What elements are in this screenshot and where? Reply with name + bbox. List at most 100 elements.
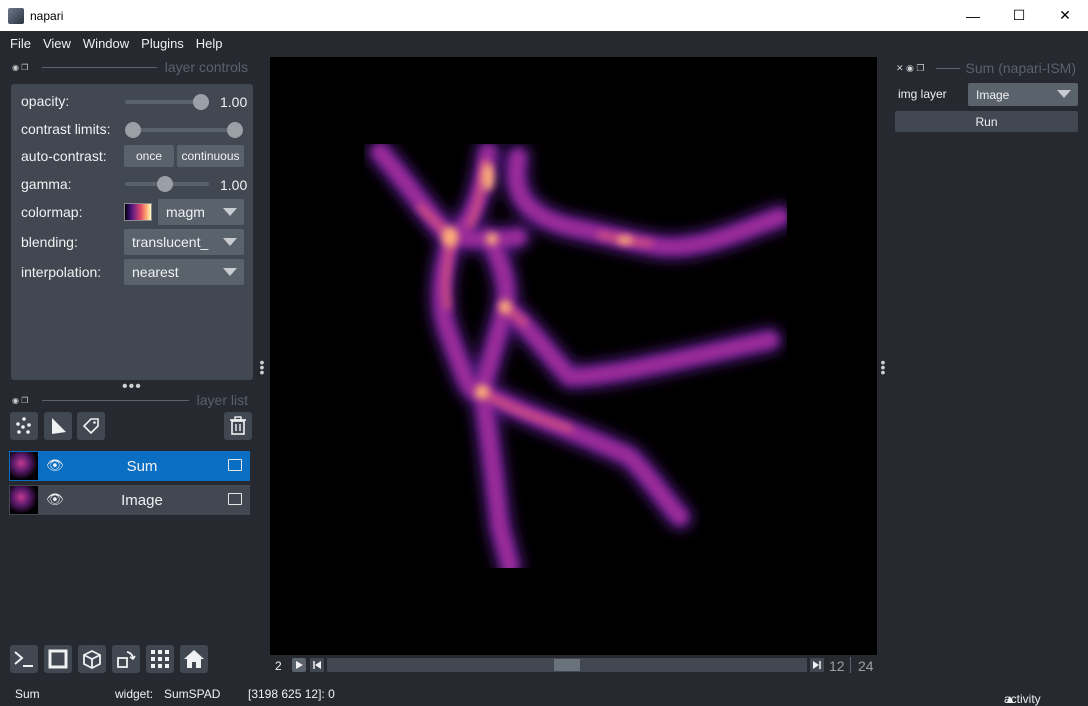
blending-label: blending: [21,234,78,250]
grid-icon [151,650,169,668]
layer-thumbnail [10,452,38,480]
points-icon [16,417,31,434]
console-button[interactable] [10,645,38,673]
right-splitter-handle[interactable]: • • • [880,355,886,379]
delete-layer-button[interactable] [224,412,252,440]
img-layer-combo[interactable]: Image [968,83,1078,106]
status-widget-label: widget: [115,687,154,701]
contrast-max-handle[interactable] [227,122,243,138]
layer-thumbnail [10,486,38,514]
contrast-row: contrast limits: [21,117,110,141]
layer-item-image[interactable]: 👁 Image [9,485,250,515]
grid-view-button[interactable] [146,645,174,673]
contrast-limits-label: contrast limits: [21,121,111,137]
image-layer-render [367,144,787,568]
close-float-icons[interactable]: ✕ ◉ ❐ [896,63,924,74]
opacity-slider[interactable] [125,94,209,110]
colormap-value: magm [166,204,205,220]
shapes-icon [52,418,66,434]
new-points-layer-button[interactable] [10,412,38,440]
float-icon[interactable]: ◉ ❐ [12,63,28,72]
plugin-dock-header: ✕ ◉ ❐ Sum (napari-ISM) [896,58,1076,78]
dims-current: 12 [829,658,845,674]
plugin-title: Sum (napari-ISM) [965,60,1076,76]
layer-name: Image [121,491,163,509]
opacity-row: opacity: [21,89,69,113]
colormap-label: colormap: [21,204,83,220]
menu-view[interactable]: View [37,36,77,51]
run-button[interactable]: Run [895,111,1078,132]
interpolation-value: nearest [132,264,179,280]
new-labels-layer-button[interactable] [77,412,105,440]
colormap-row: colormap: [21,200,82,224]
reset-view-button[interactable] [180,645,208,673]
left-splitter-handle[interactable]: • • • [259,355,265,379]
img-layer-label: img layer [898,87,947,101]
status-widget-name: SumSPAD [164,687,221,701]
menu-bar: File View Window Plugins Help [0,31,1088,55]
title-bar: napari — ☐ ✕ [0,0,1088,31]
header-rule [936,67,960,69]
contrast-min-handle[interactable] [125,122,141,138]
trash-icon [230,416,246,435]
colormap-combo[interactable]: magm [158,199,244,225]
layer-controls-header: ◉ ❐ layer controls [12,59,248,75]
blending-combo[interactable]: translucent_ [124,229,244,255]
continuous-button[interactable]: continuous [177,145,244,167]
auto-contrast-label: auto-contrast: [21,148,107,164]
layer-item-sum[interactable]: 👁 Sum [9,451,250,481]
once-button[interactable]: once [124,145,174,167]
colormap-swatch [124,203,152,221]
menu-file[interactable]: File [4,36,37,51]
play-button[interactable] [292,658,306,672]
menu-plugins[interactable]: Plugins [135,36,190,51]
transpose-dims-button[interactable] [112,645,140,673]
chevron-down-icon [223,208,237,216]
square-icon [48,649,68,669]
menu-help[interactable]: Help [190,36,229,51]
step-back-button[interactable] [310,658,324,672]
viewer-canvas[interactable] [270,57,877,655]
step-forward-button[interactable] [810,658,824,672]
menu-window[interactable]: Window [77,36,135,51]
opacity-value: 1.00 [220,94,248,110]
tag-icon [82,418,99,435]
dims-total: 24 [858,658,874,674]
maximize-button[interactable]: ☐ [996,0,1042,31]
interpolation-combo[interactable]: nearest [124,259,244,285]
dims-divider [850,657,851,673]
new-shapes-layer-button[interactable] [44,412,72,440]
gamma-value: 1.00 [220,177,248,193]
roll-dims-button[interactable] [78,645,106,673]
play-icon [296,661,303,669]
dims-slider-track[interactable] [327,658,807,672]
layer-list-header: ◉ ❐ layer list [12,392,248,408]
visibility-eye-icon[interactable]: 👁 [46,491,64,508]
ndisplay-2d-button[interactable] [44,645,72,673]
close-button[interactable]: ✕ [1042,0,1088,31]
step-forward-icon [813,661,821,669]
gamma-slider[interactable] [125,176,209,192]
gamma-slider-handle[interactable] [157,176,173,192]
chevron-down-icon [1057,90,1071,98]
contrast-limits-slider[interactable] [125,122,243,138]
layer-list-title: layer list [196,392,248,408]
dims-slider-handle[interactable] [554,659,580,671]
transpose-icon [117,651,136,668]
home-icon [184,650,204,668]
minimize-button[interactable]: — [950,0,996,31]
interpolation-row: interpolation: [21,260,101,284]
visibility-eye-icon[interactable]: 👁 [46,457,64,474]
opacity-slider-handle[interactable] [193,94,209,110]
blending-value: translucent_ [132,234,209,250]
image-layer-icon [228,493,242,505]
float-icon[interactable]: ◉ ❐ [12,396,28,405]
gamma-label: gamma: [21,176,72,192]
gamma-row: gamma: [21,172,72,196]
cube-icon [83,649,101,670]
chevron-down-icon [223,268,237,276]
status-coords: [3198 625 12]: 0 [248,687,335,701]
terminal-icon [14,651,33,667]
opacity-label: opacity: [21,93,70,109]
header-rule [42,66,157,68]
